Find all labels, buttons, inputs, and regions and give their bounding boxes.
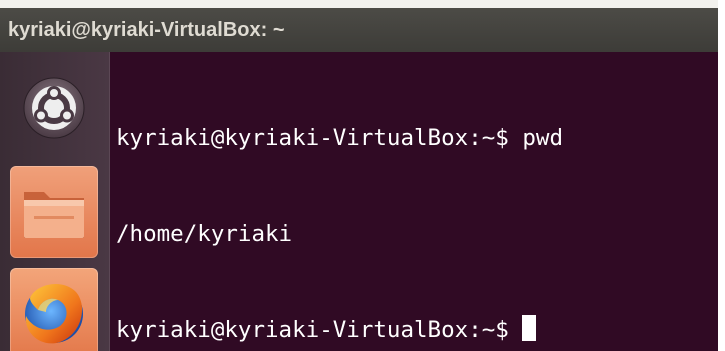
terminal-prompt: kyriaki@kyriaki-VirtualBox:~$ bbox=[116, 317, 523, 343]
terminal-output: /home/kyriaki bbox=[116, 221, 293, 247]
folder-icon bbox=[24, 192, 84, 238]
launcher-item-files[interactable] bbox=[10, 166, 98, 258]
window-title: kyriaki@kyriaki-VirtualBox: ~ bbox=[8, 19, 285, 41]
terminal-content[interactable]: kyriaki@kyriaki-VirtualBox:~$ pwd /home/… bbox=[110, 52, 718, 351]
firefox-icon bbox=[25, 284, 83, 344]
unity-launcher bbox=[0, 52, 110, 351]
launcher-item-firefox[interactable] bbox=[10, 268, 98, 351]
launcher-item-dash-home[interactable] bbox=[10, 62, 98, 154]
ubuntu-logo-icon bbox=[23, 77, 85, 139]
terminal-prompt: kyriaki@kyriaki-VirtualBox:~$ bbox=[116, 125, 523, 151]
desktop-screen: kyriaki@kyriaki-VirtualBox: ~ kyriaki@ky… bbox=[0, 0, 725, 351]
terminal-line: kyriaki@kyriaki-VirtualBox:~$ pwd bbox=[116, 122, 718, 154]
terminal-line: kyriaki@kyriaki-VirtualBox:~$ bbox=[116, 314, 718, 346]
window-titlebar[interactable]: kyriaki@kyriaki-VirtualBox: ~ bbox=[0, 8, 718, 52]
terminal-line: /home/kyriaki bbox=[116, 218, 718, 250]
terminal-cursor bbox=[522, 315, 537, 341]
terminal-command: pwd bbox=[522, 125, 564, 151]
window-edge bbox=[718, 0, 725, 351]
